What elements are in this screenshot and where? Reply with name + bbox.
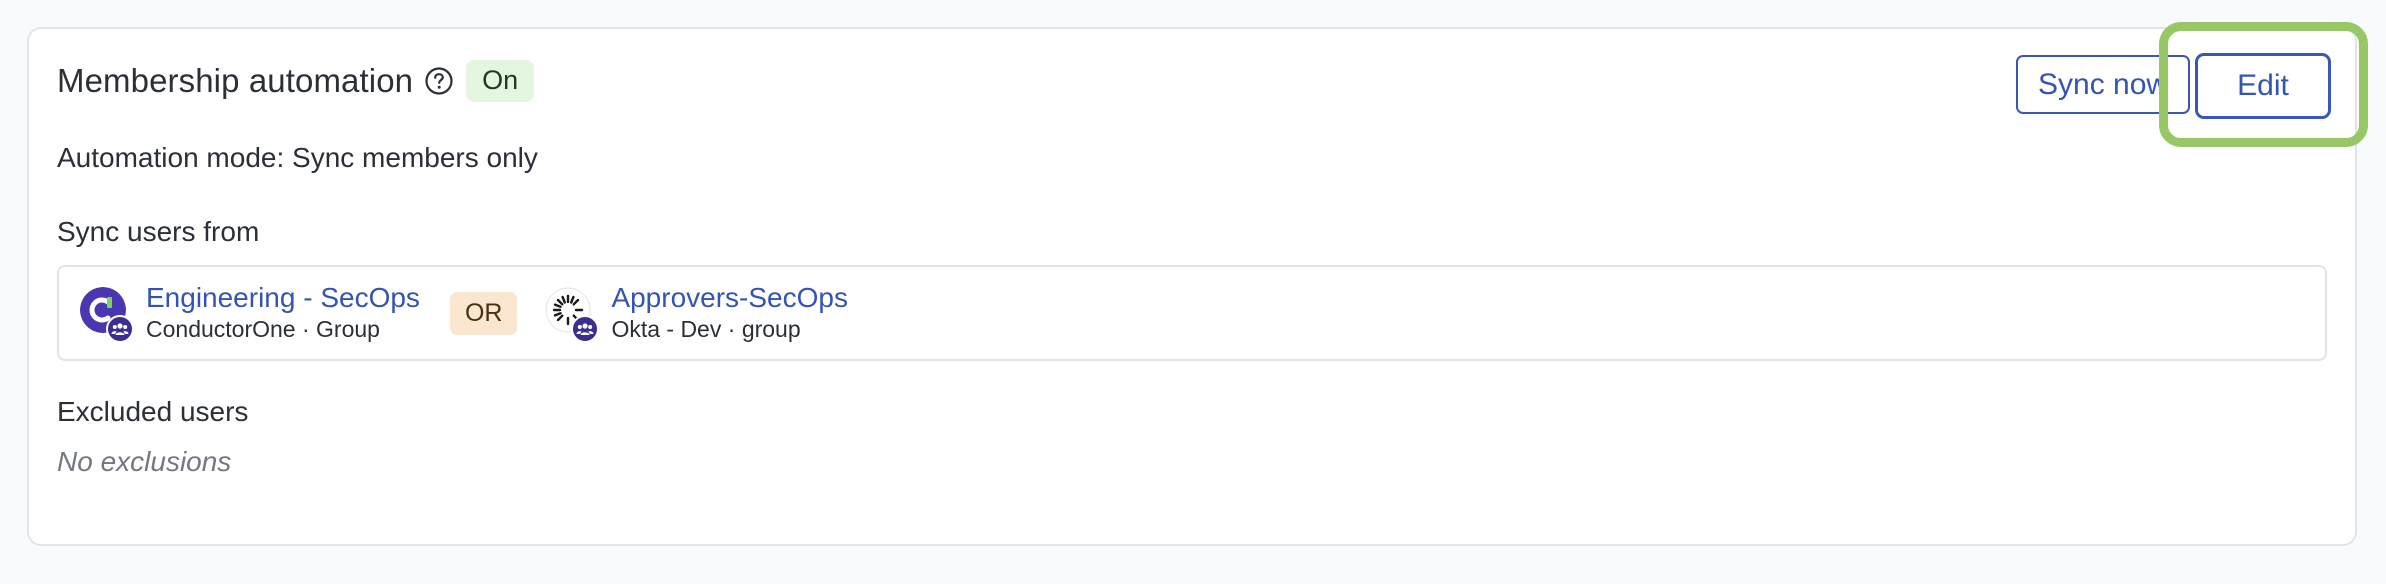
source-item: Engineering - SecOps ConductorOne · Grou… (80, 282, 420, 344)
card-title: Membership automation (57, 62, 414, 99)
automation-mode-value: Sync members only (292, 142, 538, 173)
no-exclusions-text: No exclusions (57, 446, 232, 477)
automation-mode: Automation mode: Sync members only (57, 142, 538, 174)
source-name-link[interactable]: Engineering - SecOps (146, 282, 420, 314)
conductorone-logo-icon (80, 286, 134, 343)
okta-logo-icon (545, 287, 600, 343)
sync-sources-box: Engineering - SecOps ConductorOne · Grou… (57, 265, 2327, 361)
or-connector-badge: OR (449, 291, 518, 335)
edit-button[interactable]: Edit (2195, 53, 2331, 119)
source-meta: Okta - Dev · group (611, 316, 801, 343)
card-header: Membership automation On (57, 60, 535, 102)
source-item: Approvers-SecOps Okta - Dev · group (545, 282, 848, 344)
automation-mode-label: Automation mode: (57, 142, 285, 173)
status-badge: On (466, 60, 535, 102)
group-icon (106, 314, 134, 343)
source-name-link[interactable]: Approvers-SecOps (611, 282, 848, 314)
excluded-users-label: Excluded users (57, 396, 249, 427)
sync-users-label: Sync users from (57, 216, 260, 247)
group-icon (571, 314, 600, 343)
help-circle-icon[interactable] (424, 66, 454, 96)
source-meta: ConductorOne · Group (146, 316, 380, 343)
